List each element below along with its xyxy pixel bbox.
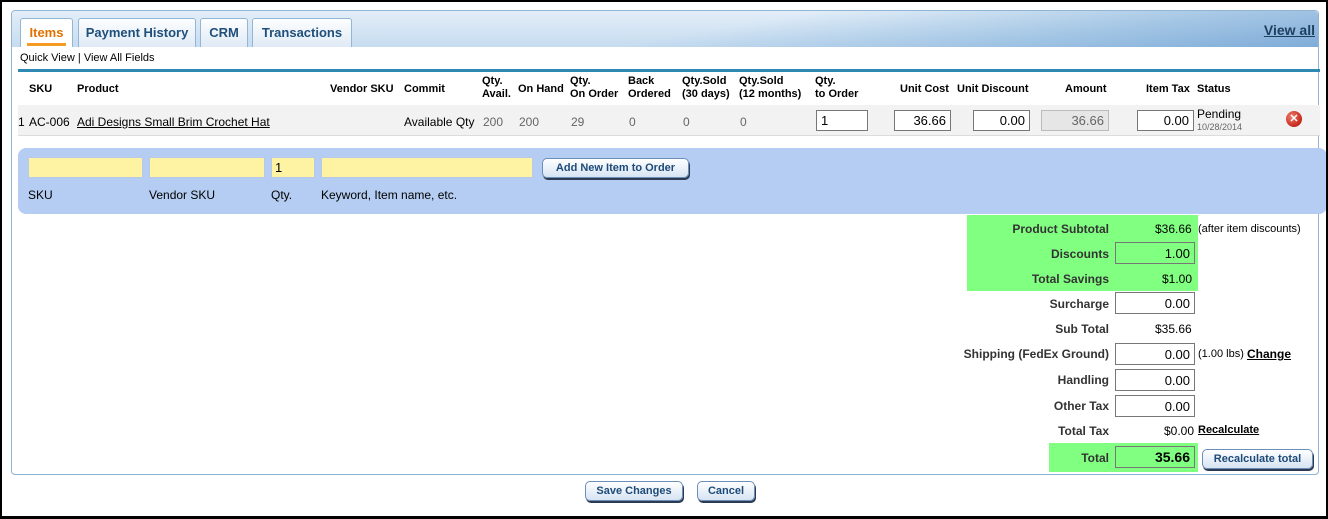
col-amount: Amount (1065, 83, 1107, 95)
row-sku: AC-006 (29, 115, 70, 129)
subnav-separator: | (77, 52, 81, 64)
other-tax-label: Other Tax (1053, 399, 1109, 413)
row-qty-on-order: 29 (571, 115, 585, 129)
tab-bar: Items Payment History CRM Transactions V… (12, 11, 1318, 47)
handling-label: Handling (1057, 373, 1109, 387)
new-keyword-label: Keyword, Item name, etc. (321, 188, 458, 202)
row-qty-sold-30: 0 (683, 115, 690, 129)
status-badge: Pending 10/28/2014 (1197, 108, 1242, 134)
row-back-ordered: 0 (629, 115, 636, 129)
col-back-ordered: Back Ordered (628, 75, 671, 100)
row-on-hand: 200 (519, 115, 540, 129)
row-product-link[interactable]: Adi Designs Small Brim Crochet Hat (77, 115, 270, 129)
qty-to-order-input[interactable] (816, 110, 868, 131)
amount-field (1041, 110, 1109, 131)
tab-crm[interactable]: CRM (200, 18, 248, 47)
unit-discount-input[interactable] (973, 110, 1030, 131)
unit-cost-input[interactable] (894, 110, 951, 131)
view-all-fields-link[interactable]: View All Fields (84, 52, 155, 64)
row-commit: Available Qty (404, 115, 475, 129)
product-subtotal-value: $36.66 (1155, 222, 1192, 236)
change-shipping-link[interactable]: Change (1247, 347, 1291, 361)
total-tax-value: $0.00 (1164, 424, 1195, 438)
status-date: 10/28/2014 (1197, 122, 1243, 132)
shipping-input[interactable] (1115, 343, 1195, 365)
view-all-link[interactable]: View all (1264, 22, 1315, 38)
row-index: 1 (18, 115, 25, 129)
row-qty-avail: 200 (483, 115, 504, 129)
new-vendor-sku-input[interactable] (149, 157, 265, 178)
col-on-hand: On Hand (518, 83, 564, 95)
product-subtotal-label: Product Subtotal (1012, 222, 1109, 236)
header-divider (18, 69, 1320, 72)
total-savings-label: Total Savings (1031, 272, 1109, 286)
new-sku-label: SKU (28, 188, 53, 202)
sub-total-value: $35.66 (1155, 322, 1192, 336)
new-sku-input[interactable] (28, 157, 143, 178)
col-qty-sold-30: Qty.Sold (30 days) (682, 75, 730, 100)
total-savings-value: $1.00 (1162, 272, 1193, 286)
recalculate-total-button[interactable]: Recalculate total (1202, 449, 1313, 469)
recalculate-tax-link[interactable]: Recalculate (1198, 424, 1259, 436)
add-item-box: Add New Item to Order SKU Vendor SKU Qty… (18, 148, 1326, 214)
save-changes-button[interactable]: Save Changes (585, 481, 683, 501)
col-unit-cost: Unit Cost (900, 83, 949, 95)
items-panel: Items Payment History CRM Transactions V… (11, 10, 1326, 475)
surcharge-label: Surcharge (1049, 297, 1109, 311)
surcharge-input[interactable] (1115, 292, 1195, 314)
tab-bar-decoration (342, 11, 1318, 47)
col-sku: SKU (29, 83, 53, 95)
item-tax-input[interactable] (1137, 110, 1194, 131)
other-tax-input[interactable] (1115, 395, 1195, 417)
total-label: Total (1081, 451, 1109, 465)
col-qty-avail: Qty. Avail. (482, 75, 511, 100)
col-qty-sold-12: Qty.Sold (12 months) (739, 75, 802, 100)
quick-view-link[interactable]: Quick View (20, 52, 75, 64)
add-new-item-button[interactable]: Add New Item to Order (542, 158, 689, 178)
shipping-weight: (1.00 lbs) (1198, 348, 1244, 360)
col-product: Product (77, 83, 119, 95)
new-qty-label: Qty. (271, 188, 293, 202)
order-items-window: Items Payment History CRM Transactions V… (2, 2, 1326, 516)
new-qty-input[interactable] (271, 157, 315, 178)
col-unit-discount: Unit Discount (957, 83, 1029, 95)
col-qty-on-order: Qty. On Order (570, 75, 619, 100)
col-qty-to-order: Qty. to Order (815, 75, 859, 100)
col-vendor-sku: Vendor SKU (330, 83, 394, 95)
total-tax-label: Total Tax (1058, 424, 1109, 438)
discounts-label: Discounts (1050, 247, 1109, 261)
cancel-button[interactable]: Cancel (697, 481, 755, 501)
tab-payment-history[interactable]: Payment History (78, 18, 196, 47)
status-text: Pending (1197, 107, 1242, 121)
new-keyword-input[interactable] (321, 157, 533, 178)
product-subtotal-note: (after item discounts) (1198, 223, 1301, 235)
col-item-tax: Item Tax (1146, 83, 1190, 95)
remove-x-icon[interactable]: ✕ (1286, 111, 1302, 127)
discounts-input[interactable] (1115, 242, 1195, 264)
col-status: Status (1197, 83, 1231, 95)
total-input[interactable] (1115, 446, 1195, 468)
handling-input[interactable] (1115, 369, 1195, 391)
sub-total-label: Sub Total (1055, 322, 1109, 336)
tab-transactions[interactable]: Transactions (252, 18, 352, 47)
row-qty-sold-12: 0 (740, 115, 747, 129)
new-vendor-sku-label: Vendor SKU (149, 188, 216, 202)
tab-items[interactable]: Items (20, 18, 73, 47)
col-commit: Commit (404, 83, 445, 95)
shipping-label: Shipping (FedEx Ground) (963, 347, 1109, 361)
view-switcher: Quick View | View All Fields (20, 52, 155, 64)
